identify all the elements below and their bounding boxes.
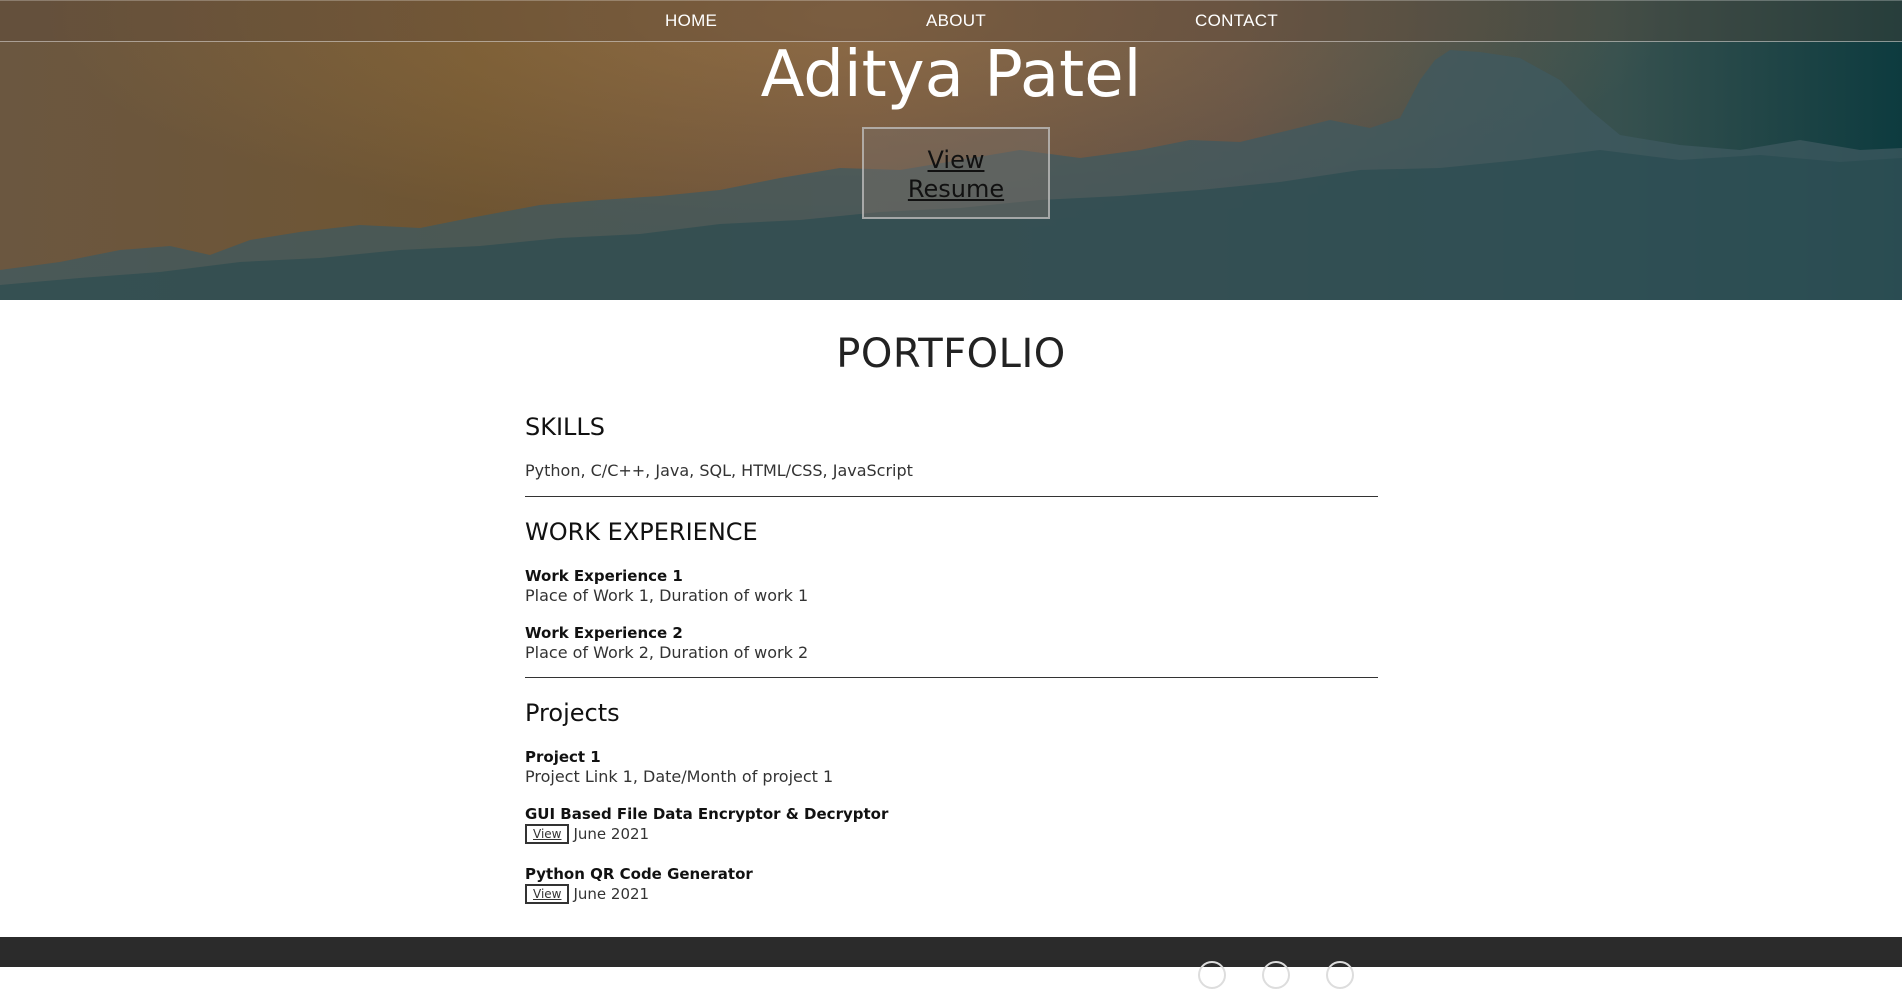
project-item-title: Project 1	[525, 748, 601, 766]
project-date: June 2021	[573, 825, 650, 843]
social-link-icon[interactable]	[1198, 961, 1226, 989]
project-date: June 2021	[573, 885, 650, 903]
social-link-icon[interactable]	[1326, 961, 1354, 989]
work-item-detail: Place of Work 2, Duration of work 2	[525, 643, 809, 662]
hero-name-title: Aditya Patel	[760, 38, 1142, 112]
project-item-title: Python QR Code Generator	[525, 865, 753, 883]
project-item-meta: View June 2021	[525, 824, 649, 844]
project-view-button[interactable]: View	[525, 824, 570, 844]
project-view-button[interactable]: View	[525, 884, 570, 904]
social-link-icon[interactable]	[1262, 961, 1290, 989]
page-footer	[0, 937, 1902, 989]
section-divider	[525, 677, 1378, 678]
nav-link-about[interactable]: ABOUT	[926, 11, 986, 31]
nav-link-contact[interactable]: CONTACT	[1195, 11, 1278, 31]
projects-heading: Projects	[525, 699, 620, 727]
project-item-title: GUI Based File Data Encryptor & Decrypto…	[525, 805, 889, 823]
project-item-meta: View June 2021	[525, 884, 649, 904]
view-resume-label-line2: Resume	[907, 175, 1005, 203]
work-item-title: Work Experience 2	[525, 624, 683, 642]
skills-heading: SKILLS	[525, 413, 606, 441]
nav-link-home[interactable]: HOME	[665, 11, 717, 31]
view-resume-button[interactable]: View Resume	[862, 127, 1050, 219]
work-item-title: Work Experience 1	[525, 567, 683, 585]
top-navigation-bar: HOME ABOUT CONTACT	[0, 0, 1902, 42]
section-divider	[525, 496, 1378, 497]
project-item-detail: Project Link 1, Date/Month of project 1	[525, 767, 834, 786]
portfolio-heading: PORTFOLIO	[836, 331, 1066, 377]
hero-banner: HOME ABOUT CONTACT Aditya Patel View Res…	[0, 0, 1902, 300]
work-item-detail: Place of Work 1, Duration of work 1	[525, 586, 809, 605]
view-resume-label-line1: View	[927, 146, 985, 174]
work-experience-heading: WORK EXPERIENCE	[525, 518, 758, 546]
skills-text: Python, C/C++, Java, SQL, HTML/CSS, Java…	[525, 461, 913, 480]
